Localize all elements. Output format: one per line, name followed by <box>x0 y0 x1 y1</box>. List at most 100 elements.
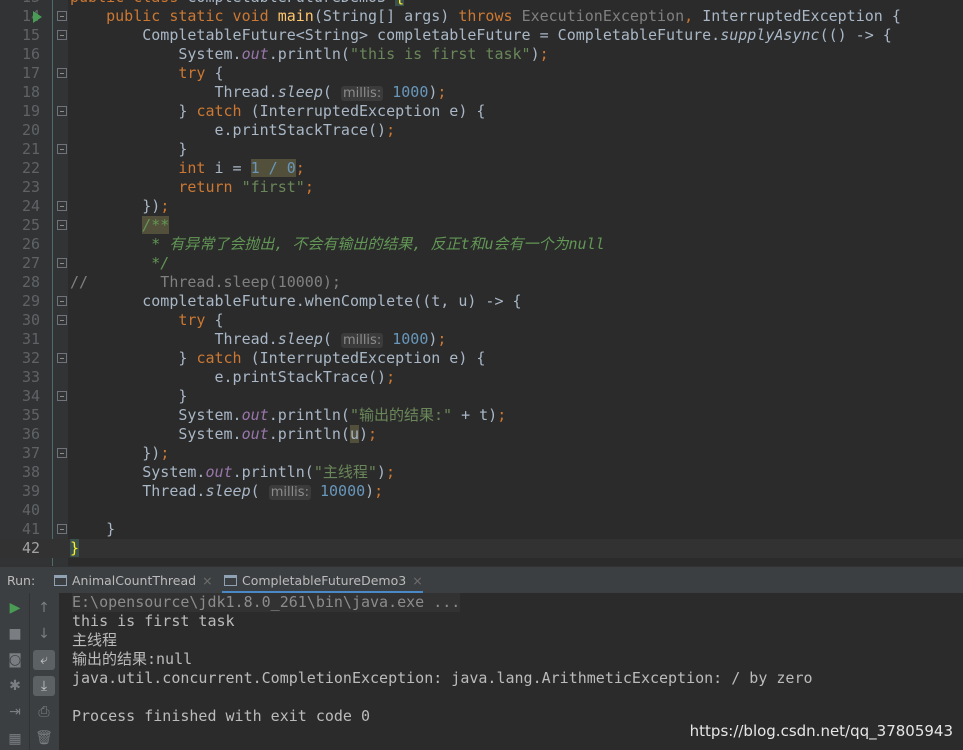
code-line[interactable]: 31 Thread.sleep( millis: 1000); <box>0 330 963 349</box>
debug-icon[interactable]: ✱ <box>4 676 26 696</box>
line-number[interactable]: 30 <box>0 311 40 330</box>
line-number[interactable]: 23 <box>0 178 40 197</box>
code-line[interactable]: 13 public class CompletableFutureDemo3 { <box>0 0 963 7</box>
fold-icon[interactable] <box>57 30 67 40</box>
line-number[interactable]: 20 <box>0 121 40 140</box>
line-number[interactable]: 32 <box>0 349 40 368</box>
line-number[interactable]: 33 <box>0 368 40 387</box>
scroll-to-end-icon[interactable]: ⤓ <box>33 676 55 696</box>
line-number[interactable]: 18 <box>0 83 40 102</box>
fold-icon[interactable] <box>57 315 67 325</box>
code-line[interactable]: 38 System.out.println("主线程"); <box>0 463 963 482</box>
code-line[interactable]: 22 int i = 1 / 0; <box>0 159 963 178</box>
code-line[interactable]: 16 System.out.println("this is first tas… <box>0 45 963 64</box>
code-lines[interactable]: 13public class CompletableFutureDemo3 {1… <box>0 0 963 558</box>
code-line[interactable]: 35 System.out.println("输出的结果:" + t); <box>0 406 963 425</box>
line-number[interactable]: 15 <box>0 26 40 45</box>
camera-icon[interactable]: ◙ <box>4 650 26 670</box>
run-gutter-icon[interactable] <box>33 11 42 23</box>
layout-icon[interactable]: ▦ <box>4 729 26 749</box>
line-number[interactable]: 25 <box>0 216 40 235</box>
fold-icon[interactable] <box>57 296 67 306</box>
code-text: */ <box>70 254 169 273</box>
code-line[interactable]: 18 Thread.sleep( millis: 1000); <box>0 83 963 102</box>
line-number[interactable]: 31 <box>0 330 40 349</box>
close-icon[interactable]: × <box>412 573 422 588</box>
arrow-down-icon[interactable]: ↓ <box>33 624 55 644</box>
code-line[interactable]: 28 // Thread.sleep(10000); <box>0 273 963 292</box>
line-number[interactable]: 38 <box>0 463 40 482</box>
line-number[interactable]: 36 <box>0 425 40 444</box>
code-line[interactable]: 34 } <box>0 387 963 406</box>
tab-animal-count-thread[interactable]: AnimalCountThread × <box>52 567 213 594</box>
line-number[interactable]: 26 <box>0 235 40 254</box>
fold-icon[interactable] <box>57 524 67 534</box>
code-line[interactable]: 17 try { <box>0 64 963 83</box>
line-number[interactable]: 22 <box>0 159 40 178</box>
line-number[interactable]: 21 <box>0 140 40 159</box>
code-line[interactable]: 41 } <box>0 520 963 539</box>
code-line[interactable]: 19 } catch (InterruptedException e) { <box>0 102 963 121</box>
code-line[interactable]: 14 public static void main(String[] args… <box>0 7 963 26</box>
line-number[interactable]: 34 <box>0 387 40 406</box>
fold-icon[interactable] <box>57 353 67 363</box>
exit-icon[interactable]: ⇥ <box>4 702 26 722</box>
code-token: } <box>70 349 197 367</box>
print-icon[interactable]: ⎙ <box>33 702 55 722</box>
line-number[interactable]: 37 <box>0 444 40 463</box>
code-line[interactable]: 25 /** <box>0 216 963 235</box>
fold-icon[interactable] <box>57 220 67 230</box>
code-line[interactable]: 24 }); <box>0 197 963 216</box>
code-token: out <box>241 425 269 443</box>
code-line[interactable]: 20 e.printStackTrace(); <box>0 121 963 140</box>
line-number[interactable]: 41 <box>0 520 40 539</box>
code-token: "this is first task" <box>349 45 531 63</box>
line-number[interactable]: 39 <box>0 482 40 501</box>
code-text: return "first"; <box>70 178 313 197</box>
soft-wrap-icon[interactable]: ⤶ <box>33 650 55 670</box>
close-icon[interactable]: × <box>202 573 212 588</box>
rerun-icon[interactable]: ▶ <box>4 598 26 618</box>
line-number[interactable]: 27 <box>0 254 40 273</box>
line-number[interactable]: 24 <box>0 197 40 216</box>
code-line[interactable]: 33 e.printStackTrace(); <box>0 368 963 387</box>
code-line[interactable]: 26 * 有异常了会抛出, 不会有输出的结果, 反正t和u会有一个为null <box>0 235 963 254</box>
fold-icon[interactable] <box>57 68 67 78</box>
line-number[interactable]: 35 <box>0 406 40 425</box>
trash-icon[interactable]: 🗑 <box>33 728 55 748</box>
code-line[interactable]: 37 }); <box>0 444 963 463</box>
code-token: (InterruptedException e) { <box>250 102 486 120</box>
code-line[interactable]: 42} <box>0 539 963 558</box>
code-line[interactable]: 27 */ <box>0 254 963 273</box>
code-line[interactable]: 15 CompletableFuture<String> completable… <box>0 26 963 45</box>
line-number[interactable]: 29 <box>0 292 40 311</box>
tab-completable-future-demo3[interactable]: CompletableFutureDemo3 × <box>222 567 423 594</box>
line-number[interactable]: 19 <box>0 102 40 121</box>
code-token: catch <box>196 102 251 120</box>
code-line[interactable]: 40 <box>0 501 963 520</box>
line-number[interactable]: 40 <box>0 501 40 520</box>
fold-icon[interactable] <box>57 258 67 268</box>
fold-icon[interactable] <box>57 106 67 116</box>
arrow-up-icon[interactable]: ↑ <box>33 598 55 618</box>
code-line[interactable]: 21 } <box>0 140 963 159</box>
code-line[interactable]: 30 try { <box>0 311 963 330</box>
fold-icon[interactable] <box>57 201 67 211</box>
fold-icon[interactable] <box>57 448 67 458</box>
code-line[interactable]: 23 return "first"; <box>0 178 963 197</box>
code-line[interactable]: 29 completableFuture.whenComplete((t, u)… <box>0 292 963 311</box>
code-line[interactable]: 39 Thread.sleep( millis: 10000); <box>0 482 963 501</box>
code-line[interactable]: 32 } catch (InterruptedException e) { <box>0 349 963 368</box>
code-editor[interactable]: 13public class CompletableFutureDemo3 {1… <box>0 0 963 566</box>
line-number[interactable]: 28 <box>0 273 40 292</box>
line-number[interactable]: 42 <box>0 539 40 558</box>
fold-icon[interactable] <box>57 144 67 154</box>
line-number[interactable]: 16 <box>0 45 40 64</box>
code-line[interactable]: 36 System.out.println(u); <box>0 425 963 444</box>
stop-icon[interactable]: ■ <box>4 624 26 644</box>
fold-icon[interactable] <box>57 11 67 21</box>
line-number[interactable]: 13 <box>0 0 40 7</box>
fold-icon[interactable] <box>57 391 67 401</box>
line-number[interactable]: 17 <box>0 64 40 83</box>
code-token: sleep <box>277 330 323 348</box>
